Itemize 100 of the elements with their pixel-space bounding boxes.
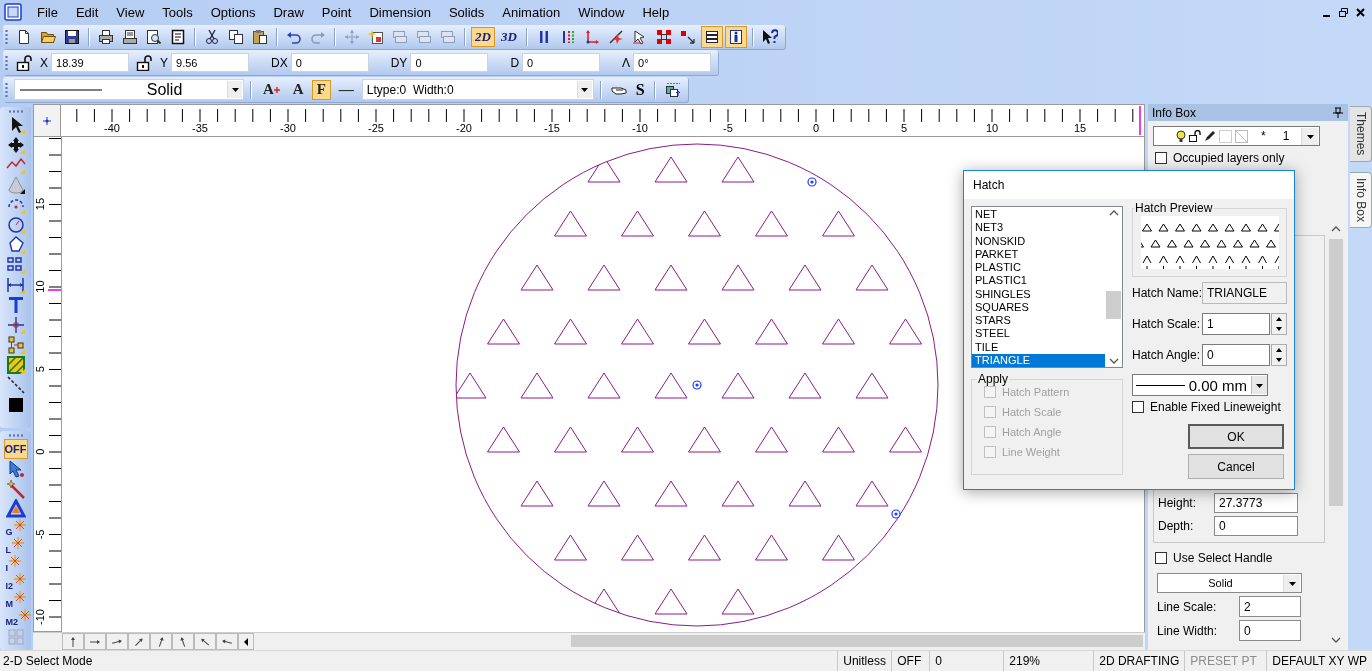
scroll-thumb[interactable] [571,635,1143,648]
copy-icon[interactable] [228,29,244,46]
hierarchy-icon[interactable] [5,335,26,356]
pattern-list-item[interactable]: PLASTIC [972,261,1105,275]
axes-icon[interactable] [583,29,600,46]
restore-icon[interactable] [1338,6,1349,18]
pattern-list-item[interactable]: STARS [972,314,1105,328]
pattern-list-item[interactable]: STEEL [972,327,1105,341]
print-setup-icon[interactable] [122,29,138,46]
dimension-field[interactable]: 27.3773 [1214,493,1298,514]
snap-mode-button[interactable]: G [3,519,28,538]
pattern-list-item[interactable]: PARKET [972,247,1105,261]
coordinate-field[interactable]: 0 [290,53,369,73]
print-preview-icon[interactable] [146,29,162,46]
occupied-layers-checkbox[interactable]: Occupied layers only [1155,151,1344,166]
snap-mode-button[interactable]: I [3,555,28,574]
coordinate-field[interactable]: 0 [410,53,489,73]
grip-handle[interactable] [692,380,702,391]
format-button[interactable]: A [287,79,309,100]
grip-handle[interactable] [807,177,817,188]
info-toggle[interactable] [724,26,747,49]
view-mode-button[interactable]: 2D [471,27,495,48]
pattern-list-item[interactable]: NET [972,208,1105,222]
dashed-line-icon[interactable] [5,375,26,396]
grip-handle[interactable] [891,509,901,520]
snap-mode-button[interactable]: I2 [3,573,28,592]
pattern-list-item[interactable]: NONSKID [972,234,1105,248]
layer-stack-icon[interactable] [664,81,681,98]
side-tab[interactable]: Info Box [1350,171,1372,228]
menu-item[interactable]: Tools [153,2,202,22]
new-file-icon[interactable] [16,29,32,46]
fixed-lineweight-checkbox[interactable]: Enable Fixed Lineweight [1132,400,1287,414]
direction-arrow-icon[interactable] [133,635,145,648]
snap-mode-button[interactable]: M2 [3,609,28,628]
page-icon[interactable] [170,29,186,46]
lineweight-dropdown[interactable]: 0.00 mm [1132,374,1268,396]
coordinate-field[interactable]: 0 [522,53,601,73]
scroll-left-icon[interactable] [242,636,250,647]
pattern-list-item[interactable]: TRIANGLE [972,353,1105,367]
paste-icon[interactable] [252,29,268,46]
print-icon[interactable] [98,29,114,46]
menu-item[interactable]: Help [633,2,679,22]
pin-icon[interactable] [1332,106,1344,119]
crosshair-icon[interactable] [5,315,26,336]
circle-icon[interactable] [5,215,26,236]
corner-arrow-icon[interactable] [679,29,696,46]
menu-item[interactable]: View [107,2,154,22]
menu-item[interactable]: Edit [66,2,108,22]
line-type-dropdown[interactable]: Ltype:0 Width:0 [361,79,594,101]
layer-dropdown[interactable]: * 1 [1153,126,1320,147]
cut-icon[interactable] [204,29,220,46]
origin-icon[interactable] [42,115,52,126]
scroll-thumb[interactable] [1329,239,1343,507]
menu-item[interactable]: Window [569,2,634,22]
dimension-icon[interactable] [5,275,26,296]
open-folder-icon[interactable] [40,29,56,46]
new-sheet-icon[interactable] [368,29,384,46]
save-icon[interactable] [64,29,80,46]
spinner[interactable] [1271,344,1287,366]
padlock-icon[interactable] [136,54,153,72]
line-point-icon[interactable] [607,29,624,46]
menu-item[interactable]: Options [201,2,265,22]
cancel-button[interactable]: Cancel [1188,454,1284,479]
format-button[interactable]: A [258,79,285,100]
menu-item[interactable]: Point [312,2,361,22]
coordinate-field[interactable]: 9.56 [171,53,250,73]
line-field[interactable]: 0 [1239,620,1301,642]
dimension-field[interactable]: 0 [1214,516,1298,537]
menu-item[interactable]: Animation [493,2,570,22]
view-mode-button[interactable]: 3D [496,27,521,48]
app-logo-icon[interactable] [4,3,22,22]
undo-icon[interactable] [286,29,302,46]
snap-mode-button[interactable]: L [3,537,28,556]
pattern-list-item[interactable]: PLASTIC1 [972,274,1105,288]
format-button[interactable]: F [311,79,331,100]
style-button[interactable]: S [632,80,648,99]
panel-toggle-toggle[interactable] [700,26,723,49]
pattern-list-item[interactable]: NET3 [972,221,1105,235]
menu-item[interactable]: Solids [439,2,494,22]
close-icon[interactable] [1355,6,1366,18]
coordinate-field[interactable]: 0° [633,53,712,73]
pattern-list-item[interactable]: TILE [972,340,1105,354]
menu-item[interactable]: Draw [264,2,313,22]
snap-mode-button[interactable]: M [3,591,28,610]
padlock-icon[interactable] [16,54,33,72]
pattern-list-item[interactable]: SQUARES [972,300,1105,314]
scroll-thumb[interactable] [1106,291,1121,319]
number-field[interactable]: 1 [1202,313,1270,335]
coordinate-field[interactable]: 18.39 [51,53,129,73]
polyline-icon[interactable] [5,155,26,176]
number-field[interactable]: 0 [1202,344,1270,366]
triangle-icon[interactable] [5,499,26,520]
grip-squares-icon[interactable] [655,29,672,46]
snap-toggle[interactable]: OFF [3,439,28,460]
menu-item[interactable]: File [28,2,67,22]
select-handle-checkbox[interactable]: Use Select Handle [1155,551,1325,566]
spinner[interactable] [1271,313,1287,335]
pattern-list-item[interactable]: SHINGLES [972,287,1105,301]
menu-item[interactable]: Dimension [360,2,440,22]
line-field[interactable]: 2 [1239,596,1301,618]
